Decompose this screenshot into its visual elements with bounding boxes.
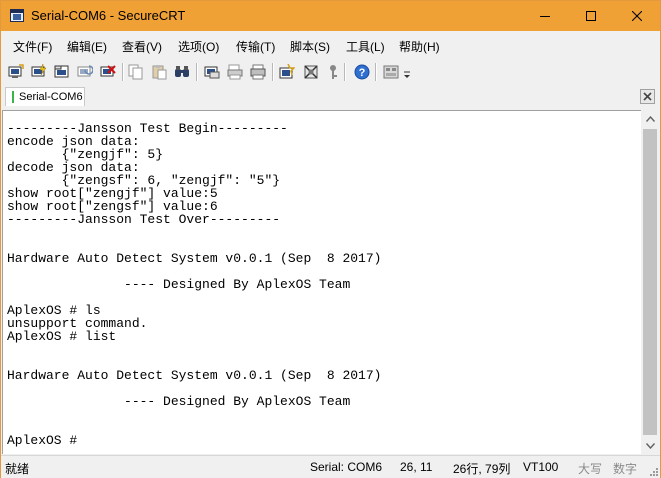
title-bar[interactable]: Serial-COM6 - SecureCRT: [1, 1, 660, 31]
disconnect-icon[interactable]: [99, 63, 117, 81]
menu-bar: 文件(F) 编辑(E) 查看(V) 选项(O) 传输(T) 脚本(S) 工具(L…: [1, 31, 660, 59]
scroll-down-arrow-icon[interactable]: [641, 437, 659, 454]
session-tab-bar: Serial-COM6: [1, 85, 660, 109]
session-options-icon[interactable]: [278, 63, 296, 81]
maximize-icon: [586, 11, 596, 21]
menu-options[interactable]: 选项(O): [178, 38, 219, 55]
toolbar-separator: [196, 63, 198, 81]
terminal-text: ---------Jansson Test Begin--------- enc…: [7, 121, 382, 448]
maximize-button[interactable]: [568, 1, 614, 31]
toolbar: ?: [1, 59, 660, 85]
keymap-icon[interactable]: [324, 63, 342, 81]
print-icon[interactable]: [203, 63, 221, 81]
toolbar-separator: [344, 63, 346, 81]
menu-tools[interactable]: 工具(L): [346, 38, 385, 55]
securecrt-app-icon[interactable]: [10, 9, 24, 22]
resize-grip-icon[interactable]: [649, 467, 659, 477]
reconnect-icon[interactable]: [76, 63, 94, 81]
menu-transfer[interactable]: 传输(T): [236, 38, 275, 55]
close-icon: [643, 92, 652, 101]
toolbar-separator: [272, 63, 274, 81]
close-button[interactable]: [614, 1, 660, 31]
print-selection-icon[interactable]: [226, 63, 244, 81]
tab-label: Serial-COM6: [19, 91, 83, 103]
connect-in-tab-icon[interactable]: [53, 63, 71, 81]
quick-connect-icon[interactable]: [30, 63, 48, 81]
connect-icon[interactable]: [7, 63, 25, 81]
vertical-scrollbar[interactable]: [641, 110, 659, 454]
toolbar-separator: [375, 63, 377, 81]
menu-help[interactable]: 帮助(H): [399, 38, 440, 55]
global-options-icon[interactable]: [302, 63, 320, 81]
copy-icon[interactable]: [127, 63, 145, 81]
menu-file[interactable]: 文件(F): [13, 38, 52, 55]
status-ready: 就绪: [5, 462, 30, 476]
svg-text:?: ?: [359, 67, 366, 79]
status-dimensions: 26行, 79列: [453, 462, 511, 476]
scroll-up-arrow-icon[interactable]: [641, 110, 659, 127]
paste-icon[interactable]: [150, 63, 168, 81]
status-emulation: VT100: [523, 460, 559, 474]
find-icon[interactable]: [173, 63, 191, 81]
tab-serial-com6[interactable]: Serial-COM6: [5, 87, 85, 106]
sftp-icon[interactable]: [382, 63, 400, 81]
toolbar-separator: [122, 63, 124, 81]
terminal-output[interactable]: ---------Jansson Test Begin--------- enc…: [2, 110, 641, 454]
tab-close-button[interactable]: [640, 89, 655, 104]
tab-status-indicator: [12, 91, 14, 103]
window-title: Serial-COM6 - SecureCRT: [31, 8, 186, 23]
scrollbar-thumb[interactable]: [643, 129, 657, 435]
menu-edit[interactable]: 编辑(E): [67, 38, 107, 55]
menu-view[interactable]: 查看(V): [122, 38, 162, 55]
status-cursor-position: 26, 11: [400, 460, 433, 474]
securecrt-window: Serial-COM6 - SecureCRT 文件(F) 编辑(E) 查看(V…: [0, 0, 661, 478]
minimize-button[interactable]: [522, 1, 568, 31]
close-icon: [632, 11, 642, 21]
status-bar: 就绪 Serial: COM6 26, 11 26行, 79列 VT100 大写…: [1, 455, 660, 478]
toolbar-dropdown-icon[interactable]: [401, 63, 413, 81]
minimize-icon: [540, 16, 550, 17]
help-icon[interactable]: ?: [353, 63, 371, 81]
status-num-lock: 数字: [613, 462, 638, 476]
status-session: Serial: COM6: [310, 460, 383, 474]
status-caps-lock: 大写: [578, 462, 603, 476]
print-setup-icon[interactable]: [249, 63, 267, 81]
menu-script[interactable]: 脚本(S): [290, 38, 330, 55]
